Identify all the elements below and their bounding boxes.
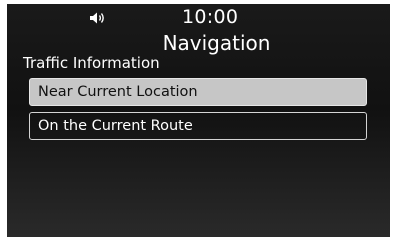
clock: 10:00: [182, 6, 239, 28]
navigation-screen: 10:00 Navigation Traffic Information Nea…: [7, 4, 390, 237]
screen-title: Navigation: [162, 31, 271, 55]
status-bar: 10:00: [7, 4, 390, 30]
speaker-icon[interactable]: [89, 11, 107, 25]
menu-item-label: Near Current Location: [38, 84, 198, 100]
menu-item-near-current-location[interactable]: Near Current Location: [29, 78, 367, 106]
menu-item-on-current-route[interactable]: On the Current Route: [29, 112, 367, 140]
menu-item-label: On the Current Route: [38, 118, 193, 134]
section-subtitle: Traffic Information: [23, 54, 160, 72]
